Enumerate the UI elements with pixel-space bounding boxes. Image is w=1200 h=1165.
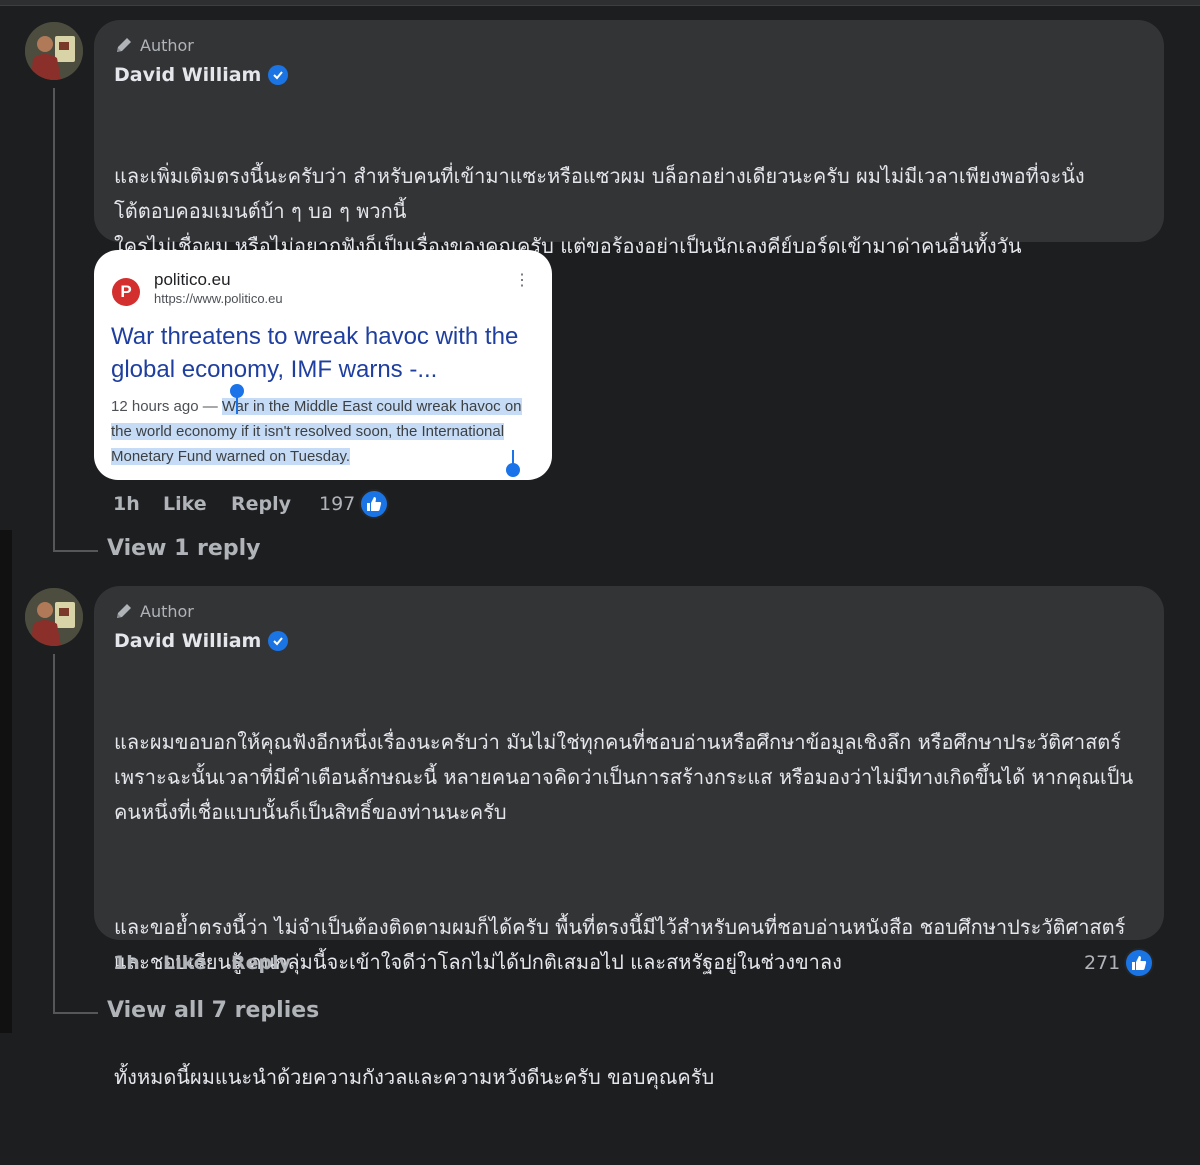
like-reaction-icon [359,489,390,519]
selection-handle-end[interactable] [506,463,520,477]
avatar[interactable] [25,22,83,80]
link-preview-card[interactable]: P politico.eu https://www.politico.eu ⋮ … [94,250,552,480]
link-url: https://www.politico.eu [154,291,283,306]
like-button[interactable]: Like [163,493,231,515]
author-badge: Author [114,34,1144,56]
thread-connector [53,1012,98,1014]
link-age: 12 hours ago [111,398,199,415]
reaction-count[interactable]: 271 [1084,948,1155,978]
reply-button[interactable]: Reply [231,493,291,515]
reaction-count[interactable]: 197 [319,489,390,519]
comment-time[interactable]: 1h [113,493,163,515]
pencil-icon [117,604,131,618]
commenter-name[interactable]: David William [114,630,261,652]
link-dash: — [202,398,218,415]
thread-line [53,654,55,1012]
link-snippet: 12 hours ago — War in the Middle East co… [111,394,536,469]
comment-paragraph: และผมขอบอกให้คุณฟังอีกหนึ่งเรื่องนะครับว… [114,730,1134,824]
view-replies-link[interactable]: View 1 reply [107,536,260,561]
reaction-number: 271 [1084,952,1121,974]
comment-paragraph: ทั้งหมดนี้ผมแนะนำด้วยความกังวลและความหวั… [114,1065,715,1089]
comment-time[interactable]: 1h [113,952,163,974]
politico-favicon: P [112,278,140,306]
comment-actions: 1h Like Reply [113,952,291,974]
comment-text: และผมขอบอกให้คุณฟังอีกหนึ่งเรื่องนะครับว… [114,655,1144,1165]
avatar[interactable] [25,588,83,646]
link-site-name: politico.eu [154,270,231,289]
comment-actions: 1h Like Reply [113,493,291,515]
reaction-number: 197 [319,493,356,515]
author-badge-label: Author [140,35,194,55]
verified-badge-icon [268,65,289,85]
like-reaction-icon [1124,948,1155,978]
left-edge [0,530,12,1033]
reply-button[interactable]: Reply [231,952,291,974]
thread-line [53,88,55,550]
comment-paragraph: และเพิ่มเติมตรงนี้นะครับว่า สำหรับคนที่เ… [114,164,1085,258]
commenter-name[interactable]: David William [114,64,261,86]
more-options-icon[interactable]: ⋮ [514,273,530,289]
avatar-photo [25,588,83,646]
author-badge-label: Author [140,601,194,621]
avatar-photo [25,22,83,80]
thread-connector [53,550,98,552]
view-replies-link[interactable]: View all 7 replies [107,998,319,1023]
like-button[interactable]: Like [163,952,231,974]
link-headline[interactable]: War threatens to wreak havoc with the gl… [111,320,531,386]
pencil-icon [117,38,131,52]
top-divider [0,0,1200,6]
selection-stem-start [236,396,238,414]
comment-bubble: Author David William และเพิ่มเติมตรงนี้น… [94,20,1164,258]
verified-badge-icon [268,631,289,651]
author-badge: Author [114,600,1144,622]
comment-bubble: Author David William และผมขอบอกให้คุณฟัง… [94,586,1164,1089]
